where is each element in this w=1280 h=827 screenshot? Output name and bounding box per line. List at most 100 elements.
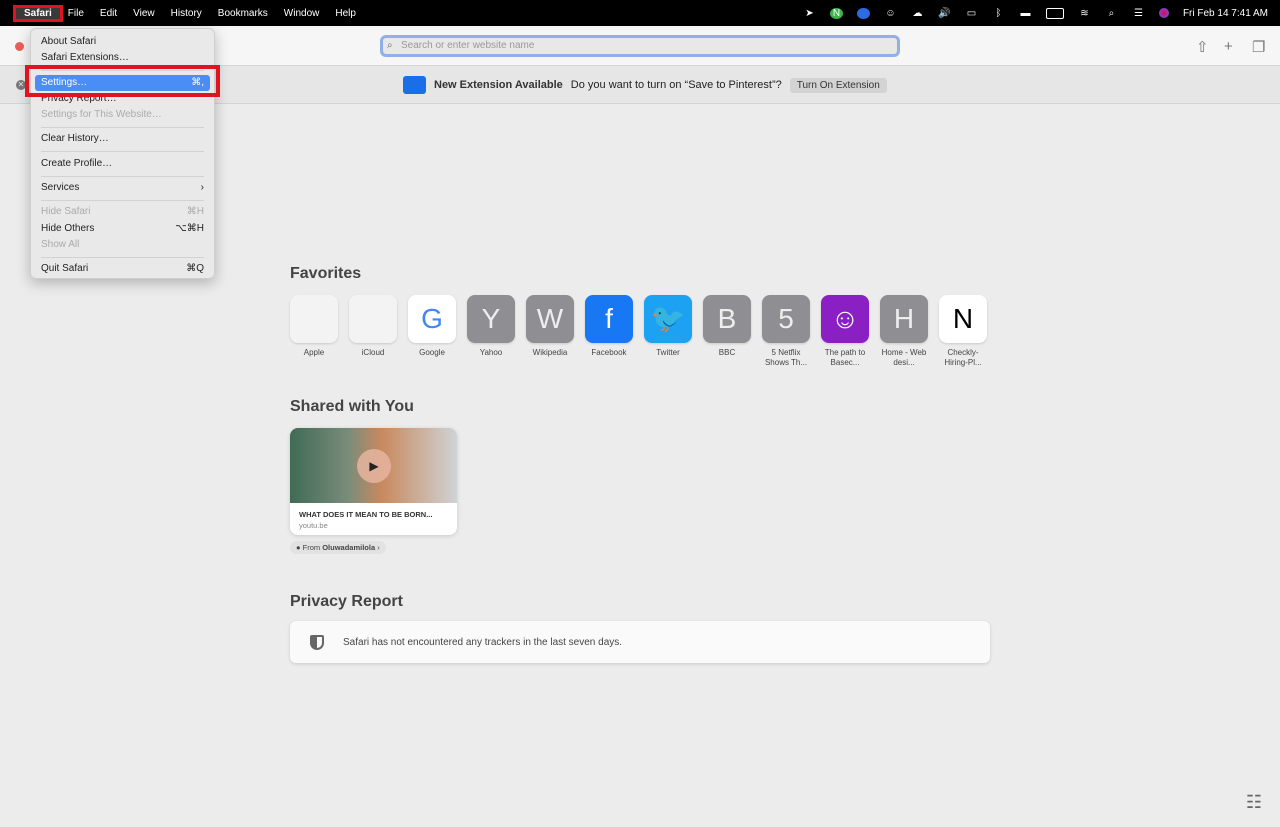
menu-separator xyxy=(41,199,204,201)
favorite-facebook[interactable]: f Facebook xyxy=(585,295,633,368)
menu-separator xyxy=(41,175,204,177)
customize-start-page-icon[interactable]: ☷ xyxy=(1246,792,1262,813)
cloud-icon[interactable]: ☁ xyxy=(911,8,924,19)
video-thumbnail: ▶ xyxy=(290,428,457,503)
close-banner-icon[interactable]: ✕ xyxy=(16,80,26,90)
volume-icon[interactable]: 🔊 xyxy=(938,8,951,19)
spotlight-search-icon[interactable]: ⌕ xyxy=(1105,8,1118,19)
privacy-message: Safari has not encountered any trackers … xyxy=(343,636,623,648)
new-tab-icon[interactable]: + xyxy=(1224,38,1233,55)
favorite-icon: W xyxy=(526,295,574,343)
app-n-icon[interactable]: N xyxy=(829,7,843,19)
menu-item-safari-extensions[interactable]: Safari Extensions… xyxy=(31,50,214,66)
shared-from-chip[interactable]: ● From Oluwadamilola › xyxy=(290,541,386,554)
card-title: WHAT DOES IT MEAN TO BE BORN... xyxy=(299,510,433,519)
menu-history[interactable]: History xyxy=(163,8,210,19)
menu-window[interactable]: Window xyxy=(276,8,328,19)
shield-icon xyxy=(310,634,324,650)
search-icon: ⌕ xyxy=(387,40,393,51)
app-face-icon[interactable]: ☺ xyxy=(884,8,897,19)
menu-bookmarks[interactable]: Bookmarks xyxy=(210,8,276,19)
favorite-icon: 5 xyxy=(762,295,810,343)
tab-overview-icon[interactable]: ❐ xyxy=(1252,38,1265,56)
favorite-apple[interactable]: Apple xyxy=(290,295,338,368)
menu-item-show-all: Show All xyxy=(31,237,214,253)
address-bar[interactable]: ⌕ Search or enter website name xyxy=(380,35,900,57)
share-icon[interactable]: ⇧ xyxy=(1196,38,1209,56)
menu-item-clear-history[interactable]: Clear History… xyxy=(31,131,214,147)
favorite-twitter[interactable]: 🐦 Twitter xyxy=(644,295,692,368)
favorite-label: Wikipedia xyxy=(532,348,568,357)
menu-item-services[interactable]: Services › xyxy=(31,180,214,196)
bed-icon[interactable]: ▬ xyxy=(1019,8,1032,19)
menu-item-shortcut: ⌘H xyxy=(186,206,204,218)
from-name: Oluwadamilola xyxy=(322,543,376,552)
menu-item-shortcut: ⌥⌘H xyxy=(175,222,204,234)
clock[interactable]: Fri Feb 14 7:41 AM xyxy=(1183,8,1268,19)
favorite-label: The path to Basec... xyxy=(824,348,866,367)
menu-safari[interactable]: Safari xyxy=(13,4,63,22)
menu-item-quit-safari[interactable]: Quit Safari ⌘Q xyxy=(31,261,214,277)
favorite-icon xyxy=(349,295,397,343)
favorite-label: Google xyxy=(419,348,445,357)
turn-on-extension-button[interactable]: Turn On Extension xyxy=(789,77,887,93)
favorite-bbc[interactable]: B BBC xyxy=(703,295,751,368)
menu-help[interactable]: Help xyxy=(327,8,364,19)
favorite-label: Home - Web desi... xyxy=(881,348,927,367)
menu-separator xyxy=(41,126,204,128)
favorite-google[interactable]: G Google xyxy=(408,295,456,368)
favorite-checkly-hiring-pl[interactable]: N Checkly-Hiring-Pl... xyxy=(939,295,987,368)
wifi-icon[interactable]: ≋ xyxy=(1078,8,1091,19)
favorite-label: Facebook xyxy=(591,348,627,357)
bluetooth-icon[interactable]: ᛒ xyxy=(992,8,1005,19)
favorite-wikipedia[interactable]: W Wikipedia xyxy=(526,295,574,368)
menu-item-label: Create Profile… xyxy=(41,157,113,169)
banner-title: New Extension Available xyxy=(434,79,563,91)
favorite-5-netflix-shows-th[interactable]: 5 5 Netflix Shows Th... xyxy=(762,295,810,368)
favorite-icloud[interactable]: iCloud xyxy=(349,295,397,368)
favorite-icon: 🐦 xyxy=(644,295,692,343)
safari-menu-dropdown: About Safari Safari Extensions… Settings… ⌘… xyxy=(30,28,215,279)
zoom-icon[interactable] xyxy=(856,7,870,19)
favorite-label: Yahoo xyxy=(479,348,503,357)
menu-item-hide-others[interactable]: Hide Others ⌥⌘H xyxy=(31,221,214,237)
menu-edit[interactable]: Edit xyxy=(92,8,125,19)
favorite-label: BBC xyxy=(718,348,736,357)
control-center-icon[interactable]: ☰ xyxy=(1132,8,1145,19)
shared-link-card[interactable]: ▶ WHAT DOES IT MEAN TO BE BORN... youtu.… xyxy=(290,428,457,535)
menu-item-privacy-report[interactable]: Privacy Report… xyxy=(31,91,214,107)
menu-item-label: About Safari xyxy=(41,36,97,47)
card-source: youtu.be xyxy=(299,521,328,530)
menu-item-settings-for-this-website: Settings for This Website… xyxy=(31,107,214,123)
display-icon[interactable]: ▭ xyxy=(965,8,978,19)
menu-view[interactable]: View xyxy=(125,8,163,19)
menu-item-shortcut: ⌘, xyxy=(191,76,204,88)
menu-item-label: Quit Safari xyxy=(41,263,89,275)
menu-item-label: Hide Others xyxy=(41,222,95,234)
menu-separator xyxy=(41,151,204,153)
privacy-report-card[interactable]: Safari has not encountered any trackers … xyxy=(290,621,990,663)
favorite-icon xyxy=(290,295,338,343)
battery-icon[interactable] xyxy=(1045,7,1064,19)
menu-bar: Safari File Edit View History Bookmarks … xyxy=(0,0,1280,26)
favorite-yahoo[interactable]: Y Yahoo xyxy=(467,295,515,368)
menu-item-settings[interactable]: Settings… ⌘, xyxy=(35,74,210,91)
menu-file[interactable]: File xyxy=(60,8,92,19)
menu-item-label: Safari Extensions… xyxy=(41,52,129,64)
favorite-icon: H xyxy=(880,295,928,343)
menu-item-shortcut: › xyxy=(200,182,204,194)
menu-item-label: Settings for This Website… xyxy=(41,109,162,121)
siri-icon[interactable] xyxy=(1158,8,1169,18)
close-window-button[interactable] xyxy=(15,42,24,51)
favorite-label: Checkly-Hiring-Pl... xyxy=(944,348,982,367)
menu-item-about-safari[interactable]: About Safari xyxy=(31,34,214,50)
menu-item-create-profile[interactable]: Create Profile… xyxy=(31,156,214,172)
menu-item-label: Clear History… xyxy=(41,133,109,145)
address-placeholder: Search or enter website name xyxy=(401,40,535,51)
favorite-icon: Y xyxy=(467,295,515,343)
cast-icon[interactable]: ➤ xyxy=(803,8,816,19)
favorite-home-web-desi[interactable]: H Home - Web desi... xyxy=(880,295,928,368)
play-icon[interactable]: ▶ xyxy=(357,449,391,483)
favorite-the-path-to-basec[interactable]: ☺ The path to Basec... xyxy=(821,295,869,368)
menu-item-label: Hide Safari xyxy=(41,206,91,218)
